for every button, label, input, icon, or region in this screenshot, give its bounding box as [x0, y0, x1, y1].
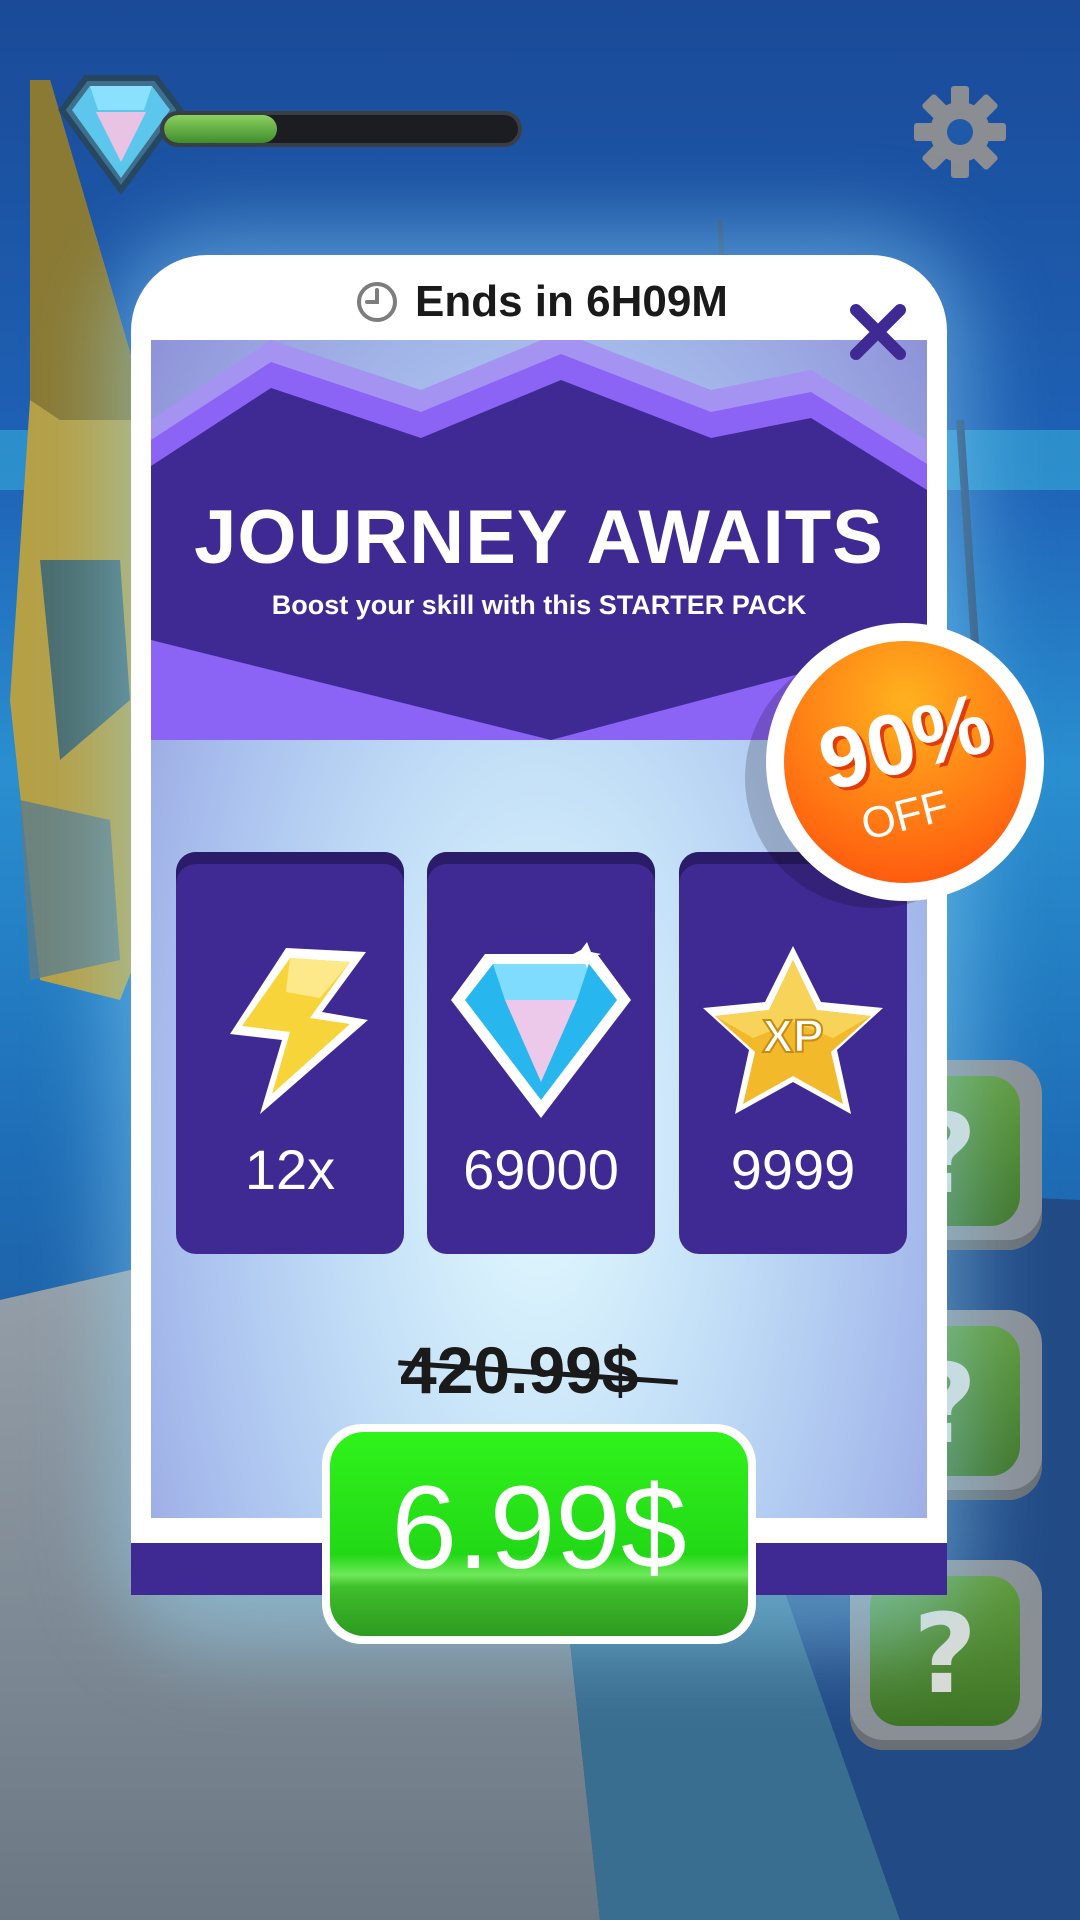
gem-progress-bar: [160, 111, 522, 147]
lightning-bolt-icon: [230, 948, 368, 1114]
close-icon[interactable]: [846, 300, 910, 364]
gem-progress-fill: [164, 115, 278, 143]
reward-card-xp: XP 9999: [679, 852, 907, 1254]
offer-title: JOURNEY AWAITS: [194, 495, 884, 580]
discount-badge: 90% OFF: [766, 623, 1044, 901]
diamond-icon: [451, 942, 631, 1118]
clock-icon: [357, 282, 397, 322]
offer-timer: Ends in 6H09M: [355, 272, 728, 332]
reward-value: 12x: [244, 1138, 336, 1201]
reward-value: 69000: [463, 1138, 619, 1201]
xp-star-icon: XP: [703, 946, 883, 1114]
discount-badge-face: 90% OFF: [784, 641, 1026, 883]
reward-card-gems: 69000: [427, 852, 655, 1254]
offer-subtitle: Boost your skill with this STARTER PACK: [271, 590, 807, 620]
reward-card-energy: 12x: [176, 852, 404, 1254]
gear-icon[interactable]: [912, 84, 1008, 180]
buy-button-face: 6.99$: [330, 1432, 748, 1636]
svg-text:XP: XP: [762, 1010, 823, 1062]
timer-text: Ends in 6H09M: [415, 277, 728, 326]
buy-button[interactable]: 6.99$: [322, 1424, 756, 1644]
buy-button-price: 6.99$: [391, 1462, 687, 1594]
reward-value: 9999: [730, 1138, 856, 1201]
